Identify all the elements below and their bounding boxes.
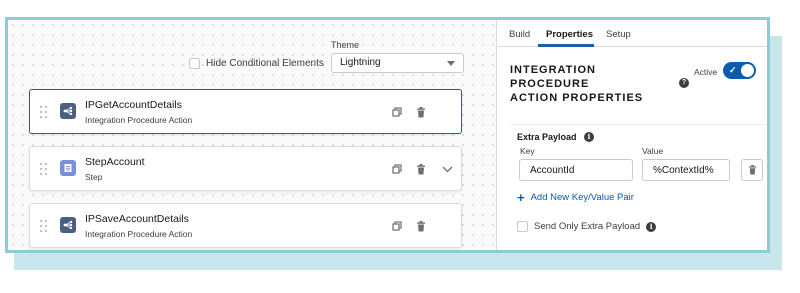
- tab-setup[interactable]: Setup: [606, 29, 631, 40]
- step-title: IPSaveAccountDetails: [85, 213, 189, 225]
- drag-handle-icon[interactable]: [40, 163, 48, 177]
- check-icon: ✓: [729, 65, 737, 75]
- info-icon[interactable]: i: [584, 132, 594, 142]
- drag-handle-icon[interactable]: [40, 220, 48, 234]
- help-icon[interactable]: ?: [679, 78, 689, 88]
- trash-icon[interactable]: [414, 219, 428, 233]
- send-only-label: Send Only Extra Payload: [534, 221, 641, 232]
- trash-icon: [748, 165, 756, 175]
- send-only-extra-payload[interactable]: Send Only Extra Payload i: [517, 221, 657, 232]
- integration-procedure-icon: [60, 217, 76, 233]
- properties-panel: Build Properties Setup INTEGRATION PROCE…: [498, 20, 767, 250]
- clone-icon[interactable]: [390, 162, 404, 176]
- clone-icon[interactable]: [390, 219, 404, 233]
- theme-select[interactable]: Lightning: [331, 53, 464, 73]
- value-column-label: Value: [642, 146, 664, 156]
- step-card[interactable]: StepAccount Step: [29, 146, 462, 191]
- drag-handle-icon[interactable]: [40, 106, 48, 120]
- active-tab-indicator: [538, 44, 594, 47]
- chevron-down-icon[interactable]: [440, 162, 454, 176]
- panel-title-line: ACTION PROPERTIES: [510, 92, 644, 104]
- trash-icon[interactable]: [414, 162, 428, 176]
- chevron-down-icon: [447, 61, 455, 66]
- clone-icon[interactable]: [390, 105, 404, 119]
- send-only-checkbox[interactable]: [517, 221, 528, 232]
- omniscript-canvas: Hide Conditional Elements Theme Lightnin…: [8, 20, 497, 250]
- panel-tabs: Build Properties Setup: [498, 20, 767, 47]
- toggle-knob: [741, 64, 754, 77]
- active-label: Active: [694, 67, 718, 77]
- key-column-label: Key: [520, 146, 535, 156]
- theme-select-value: Lightning: [340, 57, 381, 68]
- step-subtitle: Step: [85, 172, 103, 182]
- theme-label: Theme: [331, 40, 360, 50]
- step-icon: [60, 160, 76, 176]
- key-input[interactable]: AccountId: [519, 159, 633, 181]
- integration-procedure-icon: [60, 103, 76, 119]
- extra-payload-label-text: Extra Payload: [517, 132, 577, 142]
- tab-build[interactable]: Build: [509, 29, 530, 40]
- hide-conditional-toggle[interactable]: Hide Conditional Elements: [189, 58, 324, 69]
- extra-payload-label: Extra Payload: [517, 132, 577, 142]
- value-input[interactable]: %ContextId%: [642, 159, 730, 181]
- panel-title-line: PROCEDURE: [510, 78, 590, 90]
- step-subtitle: Integration Procedure Action: [85, 229, 193, 239]
- step-card[interactable]: IPSaveAccountDetails Integration Procedu…: [29, 203, 462, 248]
- screenshot-frame: Hide Conditional Elements Theme Lightnin…: [5, 17, 770, 253]
- add-key-value-label: Add New Key/Value Pair: [530, 192, 634, 203]
- trash-icon[interactable]: [414, 105, 428, 119]
- step-card[interactable]: IPGetAccountDetails Integration Procedur…: [29, 89, 462, 134]
- info-icon[interactable]: i: [646, 221, 657, 232]
- active-toggle[interactable]: ✓: [723, 62, 756, 79]
- plus-icon: +: [517, 189, 525, 205]
- tab-properties[interactable]: Properties: [546, 29, 593, 40]
- panel-title-line: INTEGRATION: [510, 64, 596, 76]
- delete-pair-button[interactable]: [741, 159, 763, 181]
- hide-conditional-checkbox[interactable]: [189, 58, 200, 69]
- step-title: StepAccount: [85, 156, 145, 168]
- step-subtitle: Integration Procedure Action: [85, 115, 193, 125]
- hide-conditional-label: Hide Conditional Elements: [206, 58, 324, 69]
- step-title: IPGetAccountDetails: [85, 99, 182, 111]
- panel-title: INTEGRATION PROCEDURE ACTION PROPERTIES: [510, 63, 643, 105]
- add-key-value-button[interactable]: + Add New Key/Value Pair: [517, 189, 634, 205]
